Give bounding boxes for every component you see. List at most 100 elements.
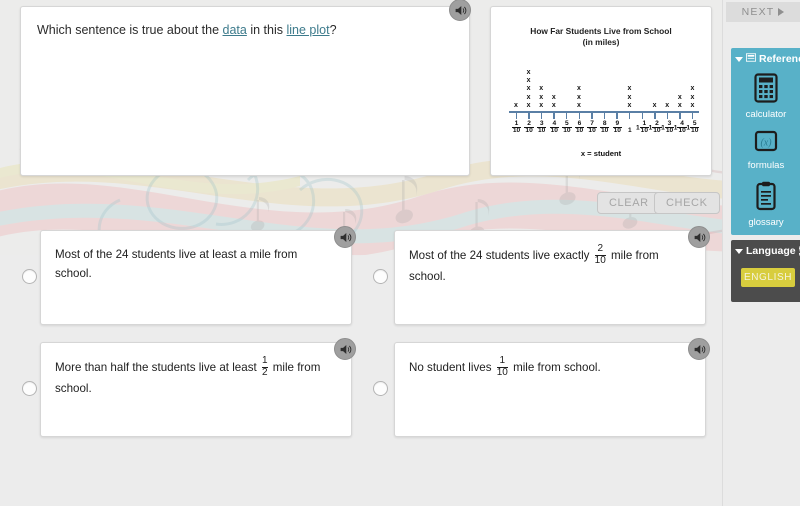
line-plot-column: xx [548,94,560,111]
line-plot-tick [603,111,606,119]
answer-option-text-b: Most of the 24 students live exactly 2 10… [409,243,659,283]
line-plot-x-mark: x [690,93,695,101]
language-panel-title: Language [746,245,796,257]
line-plot-x-mark: x [539,85,544,93]
line-plot-column: xxx [535,85,547,110]
line-plot-title: How Far Students Live from School (in mi… [491,26,711,49]
line-plot-tick [565,111,568,119]
line-plot-x-mark: x [514,102,518,110]
reference-item-calculator-label: calculator [745,109,787,120]
line-plot-tick [591,111,593,119]
play-triangle-icon [778,8,785,16]
line-plot-x-mark: x [627,93,632,101]
line-plot-tick [515,111,517,119]
line-plot-column: x [649,102,661,110]
language-panel-header[interactable]: Language i [731,240,800,262]
line-plot-title-line1: How Far Students Live from School [530,26,672,36]
line-plot-x-mark: x [652,102,657,110]
line-plot-column: xxxxx [523,69,535,111]
answer-option-card-a[interactable]: Most of the 24 students live at least a … [40,230,352,325]
answer-option-text-c: More than half the students live at leas… [55,355,321,395]
next-button-label: NEXT [741,6,775,18]
data-glossary-link[interactable]: data [223,23,247,37]
calculator-icon [753,73,779,107]
speaker-icon-option-c[interactable] [334,338,356,360]
line-plot-x-mark: x [526,102,531,110]
chevron-down-icon [735,248,743,254]
answer-option-text-a: Most of the 24 students live at least a … [55,248,298,281]
speaker-icon-option-d[interactable] [688,338,710,360]
question-suffix: ? [329,23,337,37]
line-plot-tick [666,111,669,119]
line-plot-tick [628,111,631,119]
line-plot-tick [641,111,643,119]
answer-option-card-b[interactable]: Most of the 24 students live exactly 2 10… [394,230,706,325]
answer-option-card-c[interactable]: More than half the students live at leas… [40,342,352,437]
line-plot-column: xx [674,94,686,111]
reference-panel: Reference calculator [731,48,800,235]
assessment-content: Which sentence is true about the data in… [0,0,722,506]
question-stem-card: Which sentence is true about the data in… [20,6,470,176]
glossary-icon [754,181,778,215]
line-plot-tick [679,111,681,119]
next-button[interactable]: NEXT [726,2,800,22]
line-plot-x-mark: x [690,102,695,110]
line-plot-x-mark: x [677,102,682,110]
line-plot-x-mark: x [577,85,581,93]
reference-item-glossary[interactable]: glossary [731,178,800,235]
inline-fraction: 12 [261,355,268,378]
check-button[interactable]: CHECK [654,192,720,214]
line-plot-glossary-link[interactable]: line plot [286,23,329,37]
line-plot-x-mark: x [526,77,531,85]
line-plot-x-mark: x [577,93,581,101]
answer-option-card-d[interactable]: No student lives 1 10 mile from school. [394,342,706,437]
line-plot-x-mark: x [551,102,556,110]
tool-sidebar: NEXT Reference [722,0,800,506]
line-plot-x-mark: x [526,85,531,93]
line-plot-x-mark: x [627,102,632,110]
reference-panel-title: Reference [759,53,800,65]
line-plot-tick [540,111,543,119]
line-plot-x-mark: x [627,85,632,93]
line-plot-column: xxx [573,85,585,110]
clear-button[interactable]: CLEAR [597,192,661,214]
line-plot-card: How Far Students Live from School (in mi… [490,6,712,176]
line-plot-tick [553,111,555,119]
reference-item-formulas-label: formulas [747,160,785,171]
line-plot-x-mark: x [677,93,682,101]
line-plot-tick [578,111,580,119]
line-plot-column: xxx [623,85,635,110]
line-plot-tick [616,111,618,119]
line-plot-x-mark: x [539,102,544,110]
speaker-icon-option-b[interactable] [688,226,710,248]
speaker-icon-option-a[interactable] [334,226,356,248]
language-panel: Language i ENGLISH [731,240,800,302]
language-english-button[interactable]: ENGLISH [741,268,795,287]
line-plot-x-mark: x [551,93,556,101]
line-plot-title-line2: (in miles) [582,37,620,48]
reference-item-formulas[interactable]: (x) formulas [731,127,800,178]
question-text: Which sentence is true about the data in… [21,7,469,39]
radio-button-option-c[interactable] [22,381,37,396]
radio-button-option-b[interactable] [373,269,388,284]
speaker-icon-question[interactable] [449,0,471,21]
inline-fraction: 2 10 [594,243,606,266]
radio-button-option-a[interactable] [22,269,37,284]
reference-item-glossary-label: glossary [748,217,784,228]
reference-item-calculator[interactable]: calculator [731,70,800,127]
line-plot-x-mark: x [526,93,531,101]
line-plot-tick-label: 1 5 10 [686,119,700,135]
line-plot-tick [691,111,694,119]
answer-option-text-d: No student lives 1 10 mile from school. [409,355,601,378]
line-plot-tick [528,111,530,119]
line-plot-column: x [510,102,522,110]
svg-text:(x): (x) [760,138,772,149]
radio-button-option-d[interactable] [373,381,388,396]
line-plot-x-mark: x [665,102,670,110]
line-plot-x-mark: x [526,68,531,76]
line-plot-column: x [661,102,673,110]
line-plot-tick [654,111,656,119]
reference-panel-header[interactable]: Reference [731,48,800,70]
line-plot-x-mark: x [539,93,544,101]
line-plot-x-mark: x [690,85,695,93]
